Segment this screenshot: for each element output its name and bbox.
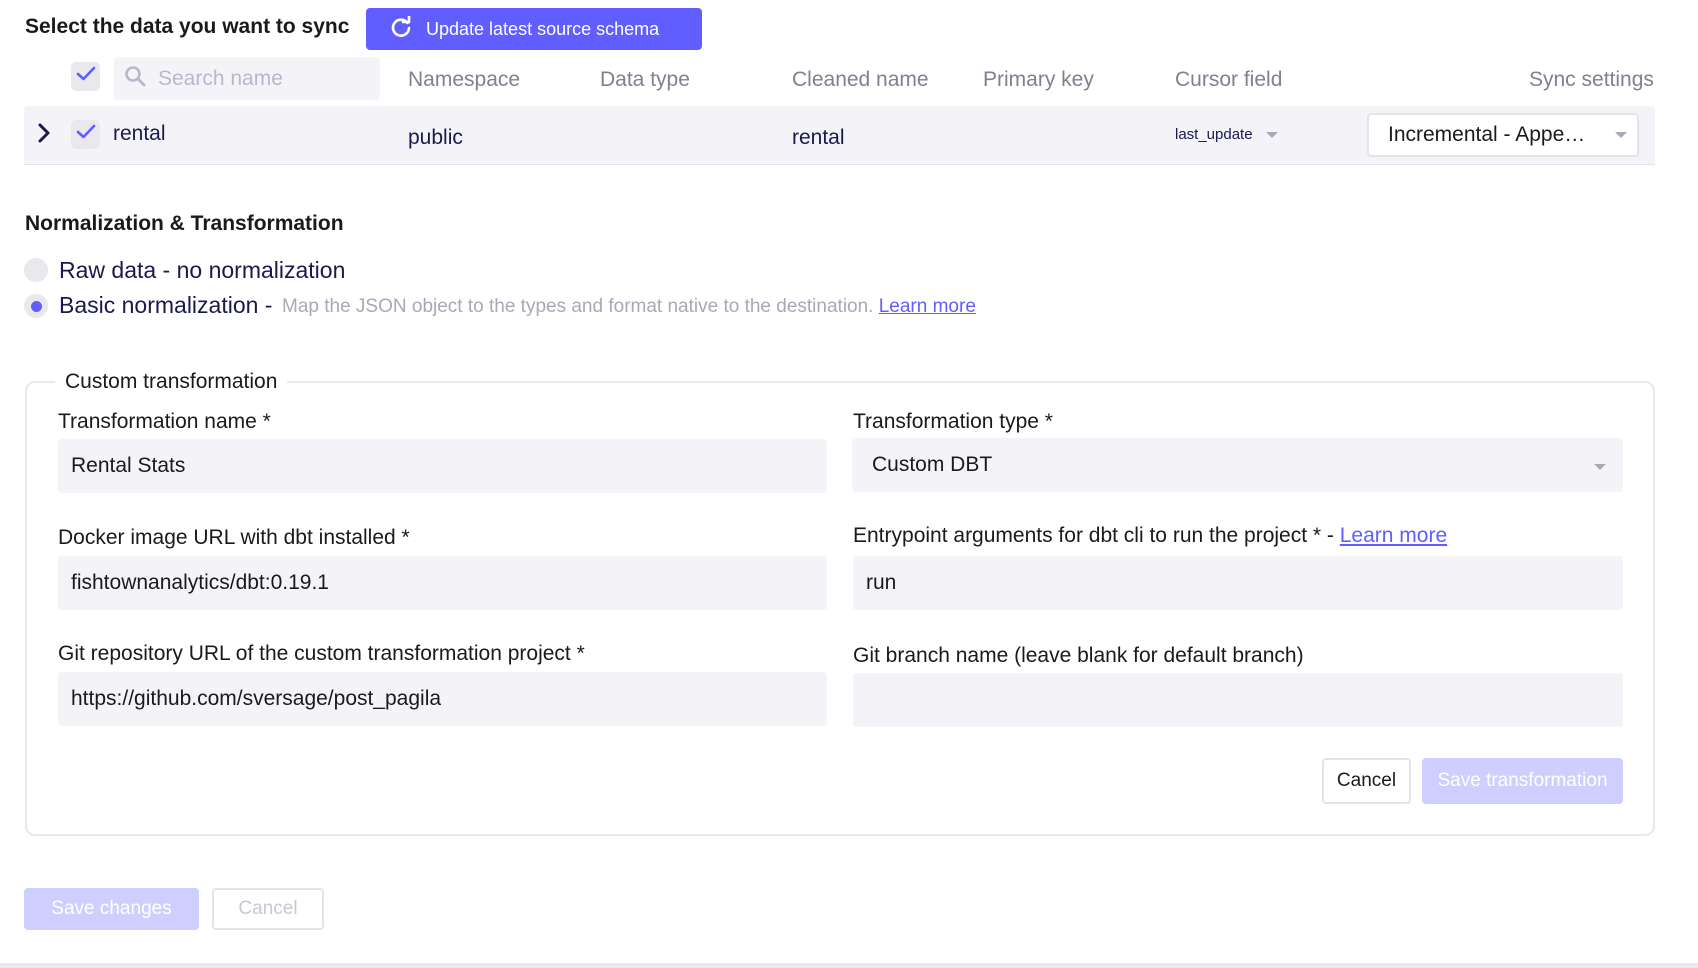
- cancel-transformation-button[interactable]: Cancel: [1322, 758, 1411, 804]
- basic-normalization-radio[interactable]: [24, 294, 48, 318]
- save-transformation-button[interactable]: Save transformation: [1422, 758, 1623, 804]
- column-header-cursor-field[interactable]: Cursor field: [1175, 68, 1282, 92]
- transformation-name-label: Transformation name *: [58, 410, 271, 433]
- git-url-label: Git repository URL of the custom transfo…: [58, 642, 585, 665]
- custom-transformation-legend: Custom transformation: [55, 370, 288, 394]
- git-branch-field[interactable]: [853, 673, 1623, 727]
- learn-more-link[interactable]: Learn more: [879, 296, 976, 317]
- basic-normalization-label[interactable]: Basic normalization -: [59, 292, 272, 319]
- sync-mode-value: Incremental - Appe…: [1388, 123, 1586, 146]
- caret-down-icon: [1265, 131, 1278, 138]
- chevron-right-icon[interactable]: [37, 122, 51, 149]
- caret-down-icon: [1615, 132, 1627, 138]
- git-branch-label: Git branch name (leave blank for default…: [853, 644, 1304, 667]
- column-header-cleaned-name[interactable]: Cleaned name: [792, 68, 929, 92]
- basic-normalization-description-text: Map the JSON object to the types and for…: [282, 296, 874, 317]
- raw-data-label[interactable]: Raw data - no normalization: [59, 257, 345, 284]
- sync-mode-select[interactable]: Incremental - Appe…: [1367, 113, 1639, 157]
- caret-down-icon: [1594, 464, 1606, 470]
- docker-image-label: Docker image URL with dbt installed *: [58, 526, 410, 549]
- save-changes-button[interactable]: Save changes: [24, 888, 199, 930]
- check-icon: [76, 66, 96, 87]
- stream-namespace: public: [408, 126, 463, 149]
- transformation-type-select[interactable]: Custom DBT: [852, 438, 1623, 492]
- cancel-button[interactable]: Cancel: [212, 888, 324, 930]
- column-header-namespace[interactable]: Namespace: [408, 68, 520, 92]
- search-input[interactable]: [156, 65, 370, 92]
- sync-section-title: Select the data you want to sync: [25, 15, 350, 38]
- basic-normalization-description: Map the JSON object to the types and for…: [282, 296, 976, 318]
- git-url-field[interactable]: [58, 672, 827, 726]
- raw-data-radio[interactable]: [24, 258, 48, 282]
- stream-name: rental: [113, 122, 166, 145]
- transformation-name-field[interactable]: [58, 439, 827, 493]
- update-schema-label: Update latest source schema: [426, 18, 660, 39]
- stream-cleaned-name: rental: [792, 126, 845, 149]
- search-icon: [124, 65, 146, 92]
- search-box: [114, 57, 380, 100]
- update-schema-button[interactable]: Update latest source schema: [366, 8, 702, 50]
- docker-image-field[interactable]: [58, 556, 827, 610]
- cursor-field-value: last_update: [1175, 126, 1253, 143]
- column-header-primary-key[interactable]: Primary key: [983, 68, 1094, 92]
- entrypoint-learn-more-link[interactable]: Learn more: [1340, 524, 1447, 547]
- check-icon: [76, 124, 96, 145]
- transformation-type-value: Custom DBT: [872, 453, 993, 476]
- cursor-field-select[interactable]: last_update: [1175, 126, 1278, 143]
- select-all-checkbox[interactable]: [71, 62, 100, 91]
- column-header-sync-settings: Sync settings: [1529, 68, 1654, 91]
- normalization-title: Normalization & Transformation: [25, 212, 344, 235]
- column-header-data-type[interactable]: Data type: [600, 68, 690, 92]
- refresh-icon: [390, 14, 412, 43]
- entrypoint-label-text: Entrypoint arguments for dbt cli to run …: [853, 524, 1334, 547]
- entrypoint-label: Entrypoint arguments for dbt cli to run …: [853, 524, 1447, 548]
- transformation-type-label: Transformation type *: [853, 410, 1053, 433]
- entrypoint-field[interactable]: [853, 556, 1623, 610]
- bottom-divider: [0, 963, 1698, 968]
- stream-checkbox[interactable]: [71, 120, 100, 149]
